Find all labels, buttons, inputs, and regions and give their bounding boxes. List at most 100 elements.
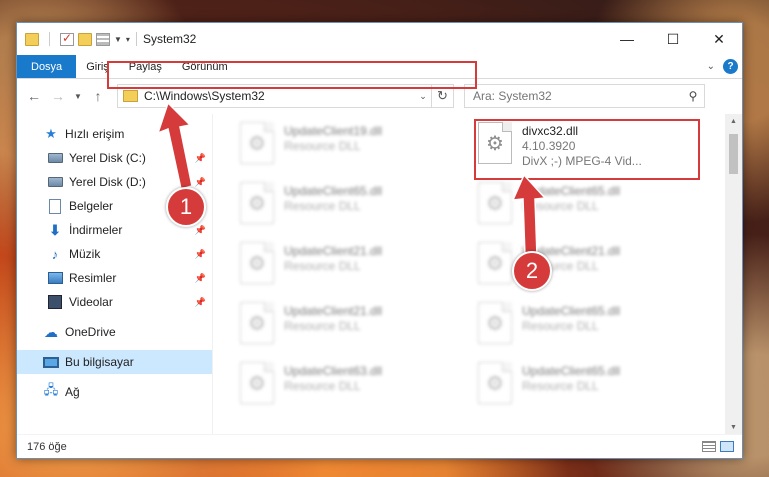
sidebar-item-label: İndirmeler xyxy=(69,223,123,237)
tab-share[interactable]: Paylaş xyxy=(119,55,172,78)
dll-file-icon: ⚙ xyxy=(478,362,512,404)
star-icon: ★ xyxy=(45,126,57,141)
address-row: ← → ▼ ↑ C:\Windows\System32 ⌄ ↻ ⚲ xyxy=(17,79,742,113)
dll-file-icon: ⚙ xyxy=(478,302,512,344)
tiles-view-icon[interactable] xyxy=(720,441,734,452)
sidebar-item-this-pc[interactable]: Bu bilgisayar xyxy=(17,350,212,374)
sidebar-item-local-disk-c[interactable]: Yerel Disk (C:) 📌 xyxy=(17,146,212,170)
sidebar-item-quick-access[interactable]: ★ Hızlı erişim xyxy=(17,122,212,146)
pin-icon[interactable]: 📌 xyxy=(195,225,206,236)
folder-icon[interactable] xyxy=(25,32,39,46)
file-tile[interactable]: ⚙ UpdateClient63.dll Resource DLL xyxy=(240,362,460,410)
scroll-thumb[interactable] xyxy=(729,134,738,174)
sidebar-item-pictures[interactable]: Resimler 📌 xyxy=(17,266,212,290)
search-box[interactable]: ⚲ xyxy=(464,84,705,108)
new-folder-icon[interactable] xyxy=(78,32,92,46)
file-type: Resource DLL xyxy=(284,139,361,153)
pin-icon[interactable]: 📌 xyxy=(195,297,206,308)
dll-file-icon: ⚙ xyxy=(240,242,274,284)
file-tile[interactable]: ⚙ UpdateClient21.dll Resource DLL xyxy=(478,242,698,290)
music-icon: ♪ xyxy=(51,246,59,262)
navigation-pane: ★ Hızlı erişim Yerel Disk (C:) 📌 Yerel D… xyxy=(17,114,213,434)
file-name: divxc32.dll xyxy=(522,124,579,138)
tab-home[interactable]: Giriş xyxy=(76,55,119,78)
file-name: UpdateClient19.dll xyxy=(284,124,383,138)
file-type: Resource DLL xyxy=(522,379,599,393)
scroll-up-icon[interactable]: ▲ xyxy=(725,114,742,128)
up-arrow-icon[interactable]: ↑ xyxy=(87,85,109,107)
title-bar: ▼ ▾ System32 — ☐ ✕ xyxy=(17,23,742,55)
back-arrow-icon[interactable]: ← xyxy=(23,85,45,107)
window-title: System32 xyxy=(142,32,197,46)
address-dropdown-chevron-icon[interactable]: ⌄ xyxy=(415,91,431,102)
tab-view[interactable]: Görünüm xyxy=(172,55,238,78)
expand-ribbon-chevron-icon[interactable]: ⌄ xyxy=(707,61,715,72)
pin-icon[interactable]: 📌 xyxy=(195,249,206,260)
sidebar-item-label: Resimler xyxy=(69,271,117,285)
sidebar-item-label: Hızlı erişim xyxy=(65,127,125,141)
sidebar-item-label: OneDrive xyxy=(65,325,116,339)
file-description: DivX ;-) MPEG-4 Vid... xyxy=(522,154,642,168)
properties-check-icon[interactable] xyxy=(60,31,74,46)
file-tile[interactable]: ⚙ UpdateClient21.dll Resource DLL xyxy=(240,302,460,350)
file-type: Resource DLL xyxy=(522,199,599,213)
cloud-icon: ☁ xyxy=(44,323,58,340)
scroll-down-icon[interactable]: ▼ xyxy=(725,420,742,434)
forward-arrow-icon[interactable]: → xyxy=(47,85,69,107)
sidebar-item-network[interactable]: 🖧 Ağ xyxy=(17,380,212,404)
sidebar-item-label: Bu bilgisayar xyxy=(65,355,134,369)
pin-icon[interactable]: 📌 xyxy=(195,153,206,164)
search-input[interactable] xyxy=(473,89,682,103)
status-bar: 176 öğe xyxy=(17,434,742,458)
ribbon-tabs: Dosya Giriş Paylaş Görünüm ⌄ ? xyxy=(17,55,742,79)
dll-file-icon: ⚙ xyxy=(240,122,274,164)
item-count: 176 öğe xyxy=(27,440,67,453)
quick-access-toolbar: ▼ ▾ xyxy=(25,31,130,46)
customize-toolbar-icon[interactable]: ▾ xyxy=(126,35,130,44)
minimize-button[interactable]: — xyxy=(604,23,650,55)
file-tile[interactable]: ⚙ UpdateClient65.dll Resource DLL xyxy=(478,182,698,230)
file-list: ⚙ UpdateClient19.dll Resource DLL ⚙ Updat… xyxy=(213,114,742,434)
file-version: 4.10.3920 xyxy=(522,139,576,153)
network-icon: 🖧 xyxy=(43,382,59,397)
customize-toolbar-chevron-icon[interactable]: ▼ xyxy=(114,35,122,44)
vertical-scrollbar[interactable]: ▲ ▼ xyxy=(725,114,742,434)
sidebar-item-label: Yerel Disk (C:) xyxy=(69,151,146,165)
sidebar-item-videos[interactable]: Videolar 📌 xyxy=(17,290,212,314)
file-type: Resource DLL xyxy=(284,259,361,273)
close-button[interactable]: ✕ xyxy=(696,23,742,55)
pin-icon[interactable]: 📌 xyxy=(195,273,206,284)
refresh-icon[interactable]: ↻ xyxy=(431,85,453,107)
sidebar-item-onedrive[interactable]: ☁ OneDrive xyxy=(17,320,212,344)
properties-icon[interactable] xyxy=(96,32,110,46)
file-name: UpdateClient65.dll xyxy=(522,304,621,318)
file-tile[interactable]: ⚙ UpdateClient65.dll Resource DLL xyxy=(240,182,460,230)
file-tile[interactable]: ⚙ UpdateClient65.dll Resource DLL xyxy=(478,362,698,410)
pin-icon[interactable]: 📌 xyxy=(195,177,206,188)
sidebar-item-label: Ağ xyxy=(65,385,80,399)
search-icon[interactable]: ⚲ xyxy=(682,89,704,103)
recent-locations-chevron-icon[interactable]: ▼ xyxy=(71,85,85,107)
tab-file[interactable]: Dosya xyxy=(17,55,77,78)
dll-file-icon: ⚙ xyxy=(240,362,274,404)
file-name: UpdateClient65.dll xyxy=(284,184,383,198)
details-view-icon[interactable] xyxy=(702,441,716,452)
sidebar-item-label: Videolar xyxy=(69,295,113,309)
maximize-button[interactable]: ☐ xyxy=(650,23,696,55)
file-tile[interactable]: ⚙ UpdateClient65.dll Resource DLL xyxy=(478,302,698,350)
address-path[interactable]: C:\Windows\System32 xyxy=(144,89,415,103)
sidebar-item-label: Yerel Disk (D:) xyxy=(69,175,146,189)
help-icon[interactable]: ? xyxy=(723,59,738,74)
address-bar[interactable]: C:\Windows\System32 ⌄ ↻ xyxy=(117,84,454,108)
divxc32-file-tile[interactable]: ⚙ divxc32.dll 4.10.3920 DivX ;-) MPEG-4 … xyxy=(478,122,698,170)
dll-file-icon: ⚙ xyxy=(478,122,512,164)
pictures-icon xyxy=(47,270,63,286)
file-name: UpdateClient21.dll xyxy=(284,244,383,258)
sidebar-item-music[interactable]: ♪ Müzik 📌 xyxy=(17,242,212,266)
drive-icon xyxy=(47,174,63,190)
file-type: Resource DLL xyxy=(284,379,361,393)
main-area: ★ Hızlı erişim Yerel Disk (C:) 📌 Yerel D… xyxy=(17,114,742,434)
dll-file-icon: ⚙ xyxy=(240,302,274,344)
file-tile[interactable]: ⚙ UpdateClient19.dll Resource DLL xyxy=(240,122,460,170)
file-tile[interactable]: ⚙ UpdateClient21.dll Resource DLL xyxy=(240,242,460,290)
